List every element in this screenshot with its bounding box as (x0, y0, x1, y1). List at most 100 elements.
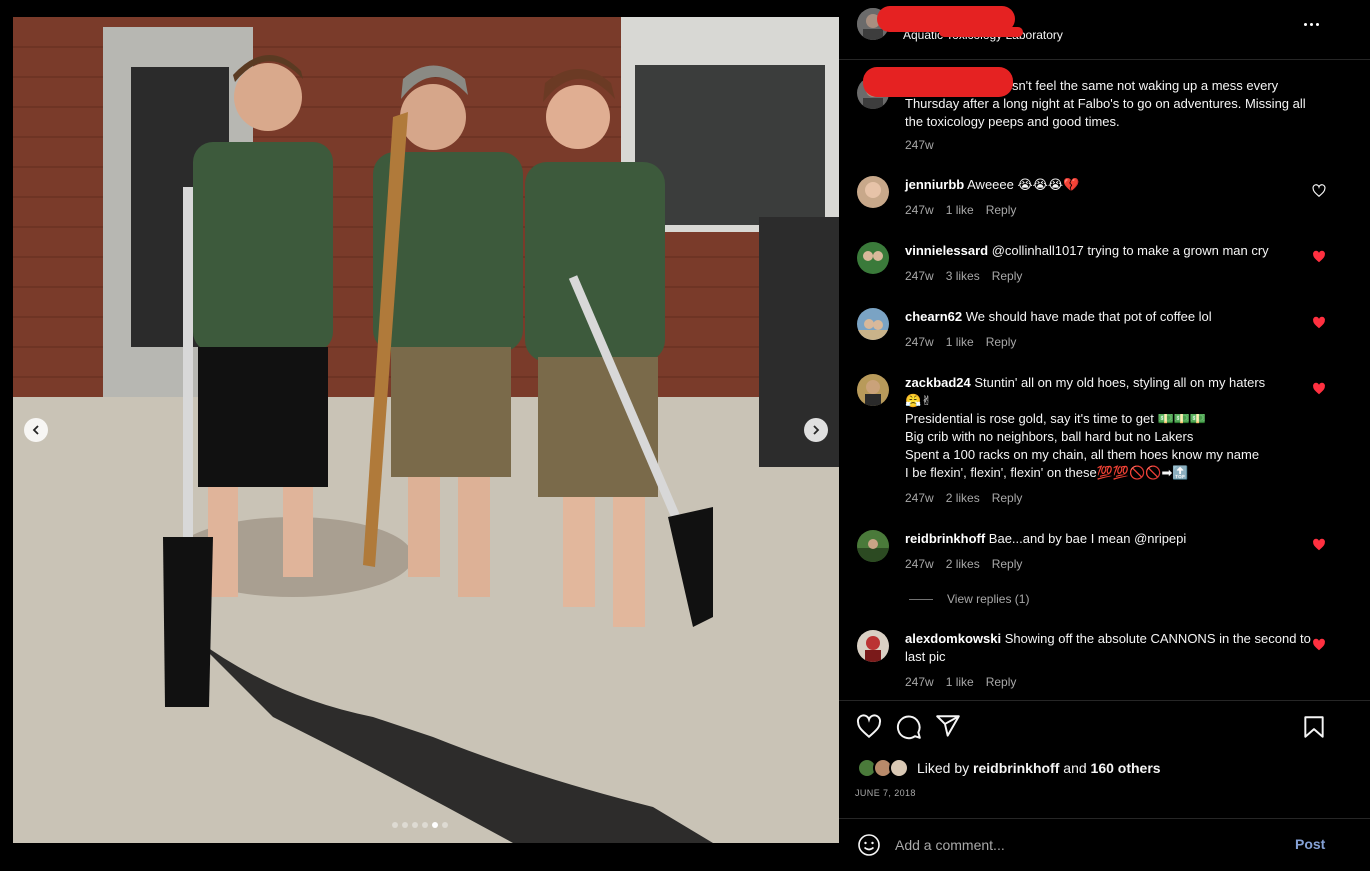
comment-icon[interactable] (896, 714, 922, 740)
commenter-avatar[interactable] (857, 530, 889, 562)
comment-line: I be flexin', flexin', flexin' on these💯… (905, 465, 1189, 480)
comment-body: Bae...and by bae I mean @nripepi (988, 531, 1187, 546)
comment-text: zackbad24 Stuntin' all on my old hoes, s… (905, 374, 1315, 482)
carousel-indicator (392, 822, 448, 828)
comment-time: 247w (905, 557, 934, 571)
comment-text: alexdomkowski Showing off the absolute C… (905, 630, 1315, 666)
more-icon-dot (1315, 22, 1319, 26)
next-photo-button[interactable] (804, 418, 828, 442)
comment-text: reidbrinkhoff Bae...and by bae I mean @n… (905, 530, 1315, 548)
comment-username[interactable]: reidbrinkhoff (905, 531, 985, 546)
comment-likes[interactable]: 3 likes (946, 269, 980, 283)
commenter-avatar[interactable] (857, 242, 889, 274)
caption-meta: 247w (905, 138, 934, 152)
comment-input[interactable] (895, 833, 1275, 857)
carousel-dot (422, 822, 428, 828)
heart-icon[interactable] (856, 714, 882, 740)
previous-photo-button[interactable] (24, 418, 48, 442)
comment-meta: 247w 1 like Reply (905, 335, 1016, 349)
comment-line: Stuntin' all on my old hoes, styling all… (974, 375, 1266, 390)
reply-button[interactable]: Reply (992, 491, 1023, 505)
comment-meta: 247w 3 likes Reply (905, 269, 1022, 283)
carousel-dot (412, 822, 418, 828)
bookmark-icon[interactable] (1301, 714, 1327, 740)
emoji-icon[interactable] (857, 833, 881, 857)
reply-button[interactable]: Reply (986, 335, 1017, 349)
photo-illustration (13, 17, 839, 843)
commenter-avatar[interactable] (857, 308, 889, 340)
comment-line: Spent a 100 racks on my chain, all them … (905, 447, 1260, 462)
replies-divider (909, 598, 933, 600)
comment-text: vinnielessard @collinhall1017 trying to … (905, 242, 1315, 260)
comment-username[interactable]: jenniurbb (905, 177, 964, 192)
likes-and: and (1063, 760, 1087, 776)
add-comment-bar: Post (839, 818, 1370, 871)
comment-likes[interactable]: 2 likes (946, 491, 980, 505)
comment-likes[interactable]: 1 like (946, 335, 974, 349)
heart-icon[interactable] (1312, 538, 1326, 552)
comment-text: chearn62 We should have made that pot of… (905, 308, 1315, 326)
comment-time: 247w (905, 269, 934, 283)
comments-list[interactable]: collinhall1017 ...esn't feel the same no… (839, 60, 1370, 700)
comment-line: Presidential is rose gold, say it's time… (905, 411, 1207, 426)
heart-icon[interactable] (1312, 184, 1326, 198)
comment-username[interactable]: chearn62 (905, 309, 962, 324)
comment-likes[interactable]: 1 like (946, 203, 974, 217)
post-photo (13, 17, 839, 843)
comment-username[interactable]: alexdomkowski (905, 631, 1001, 646)
post-comment-button[interactable]: Post (1295, 836, 1325, 852)
comment-meta: 247w 1 like Reply (905, 203, 1016, 217)
commenter-avatar[interactable] (857, 630, 889, 662)
caption-redaction (863, 67, 1013, 97)
heart-icon[interactable] (1312, 250, 1326, 264)
more-icon (1303, 22, 1307, 26)
location-redaction (939, 27, 1023, 37)
more-options-button[interactable] (1299, 14, 1323, 34)
comment-time: 247w (905, 203, 934, 217)
comment-likes[interactable]: 2 likes (946, 557, 980, 571)
view-replies-button[interactable]: View replies (1) (909, 592, 1029, 606)
carousel-dot (392, 822, 398, 828)
comment-text: jenniurbb Aweeee 😭😭😭💔 (905, 176, 1315, 194)
post-actions (839, 700, 1370, 701)
heart-icon[interactable] (1312, 638, 1326, 652)
heart-icon[interactable] (1312, 316, 1326, 330)
comment-meta: 247w 1 like Reply (905, 675, 1016, 689)
chevron-left-icon (32, 425, 39, 435)
commenter-avatar[interactable] (857, 374, 889, 406)
comment-time: 247w (905, 675, 934, 689)
comment-time: 247w (905, 335, 934, 349)
comment-body: Aweeee 😭😭😭💔 (967, 177, 1080, 192)
heart-icon[interactable] (1312, 382, 1326, 396)
likes-summary[interactable]: Liked by reidbrinkhoff and 160 others (857, 758, 1161, 778)
likes-user[interactable]: reidbrinkhoff (973, 760, 1059, 776)
reply-button[interactable]: Reply (986, 203, 1017, 217)
carousel-dot (442, 822, 448, 828)
comment-line: Big crib with no neighbors, ball hard bu… (905, 429, 1194, 444)
commenter-avatar[interactable] (857, 176, 889, 208)
comment-meta: 247w 2 likes Reply (905, 557, 1022, 571)
post-date[interactable]: JUNE 7, 2018 (855, 788, 916, 798)
reply-button[interactable]: Reply (992, 557, 1023, 571)
comment-time: 247w (905, 491, 934, 505)
likes-prefix: Liked by (917, 760, 970, 776)
reply-button[interactable]: Reply (986, 675, 1017, 689)
caption-time: 247w (905, 138, 934, 152)
reply-button[interactable]: Reply (992, 269, 1023, 283)
comment-username[interactable]: vinnielessard (905, 243, 988, 258)
comment-line: 😤✌ (905, 393, 933, 408)
likes-text: Liked by reidbrinkhoff and 160 others (917, 760, 1161, 776)
likes-others[interactable]: 160 others (1091, 760, 1161, 776)
comment-username[interactable]: zackbad24 (905, 375, 971, 390)
carousel-dot-active (432, 822, 438, 828)
more-icon-dot (1309, 22, 1313, 26)
photo-panel (0, 0, 839, 871)
chevron-right-icon (813, 425, 820, 435)
carousel-dot (402, 822, 408, 828)
comment-body: We should have made that pot of coffee l… (965, 309, 1212, 324)
view-replies-label: View replies (1) (947, 592, 1030, 606)
post-sidebar: collinhall1017 Aquatic Toxicology Labora… (839, 0, 1370, 871)
comment-likes[interactable]: 1 like (946, 675, 974, 689)
comment-body: @collinhall1017 trying to make a grown m… (991, 243, 1269, 258)
share-icon[interactable] (935, 713, 961, 739)
